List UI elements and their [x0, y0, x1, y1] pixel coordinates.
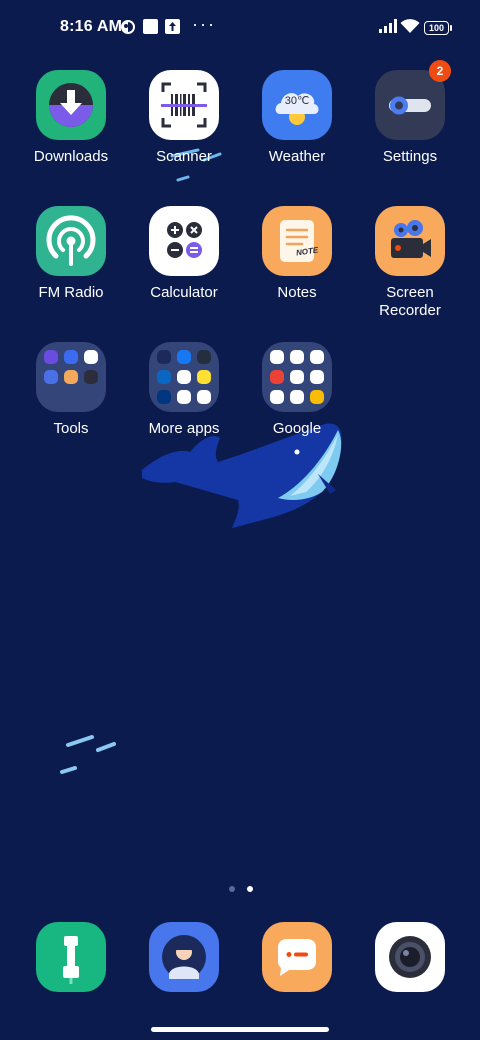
mini-app-icon [84, 370, 98, 384]
app-label: Notes [277, 284, 317, 301]
app-label: Weather [268, 148, 326, 165]
app-downloads[interactable]: Downloads [15, 70, 127, 166]
app-label: Settings [382, 148, 438, 165]
signal-icon [379, 19, 397, 33]
app-label-line: Screen [386, 284, 434, 301]
upload-icon [165, 19, 180, 34]
dock-messages[interactable] [262, 922, 332, 992]
downloads-icon [36, 70, 106, 140]
mini-app-icon [197, 370, 211, 384]
home-gesture-bar[interactable] [151, 1027, 329, 1032]
mini-app-icon [310, 370, 324, 384]
app-label: Scanner [156, 148, 212, 165]
mini-app-icon [177, 390, 191, 404]
app-label: Google [272, 420, 322, 437]
page-dot-2[interactable] [247, 886, 254, 892]
folder-more-apps[interactable]: More apps [128, 342, 240, 438]
weather-cloud-sun-icon: 30℃ [262, 70, 332, 140]
mini-app-icon [157, 350, 171, 364]
mini-app-icon [290, 350, 304, 364]
app-label: Downloads [33, 148, 109, 165]
mini-app-icon [64, 350, 78, 364]
folder-icon [36, 342, 106, 412]
app-notes[interactable]: NOTE Notes [241, 206, 353, 302]
mini-app-icon [44, 350, 58, 364]
dock-contacts[interactable] [149, 922, 219, 992]
barcode-scanner-icon [149, 70, 219, 140]
mini-app-icon [197, 350, 211, 364]
calculator-icon [149, 206, 219, 276]
mini-app-icon [44, 370, 58, 384]
app-scanner[interactable]: Scanner [128, 70, 240, 166]
mini-app-icon [157, 370, 171, 384]
app-label: Calculator [150, 284, 218, 301]
app-label: FM Radio [38, 284, 104, 301]
page-dot-1[interactable] [229, 886, 235, 892]
app-fm-radio[interactable]: FM Radio [15, 206, 127, 302]
status-time: 8:16 AM [60, 18, 123, 35]
mini-app-icon [64, 370, 78, 384]
page-indicator[interactable] [229, 879, 261, 897]
mini-app-icon [310, 390, 324, 404]
mini-app-icon [270, 370, 284, 384]
square-notification-icon [143, 19, 158, 34]
folder-google[interactable]: Google [241, 342, 353, 438]
mini-app-icon [310, 350, 324, 364]
battery-icon: 100 [424, 21, 452, 35]
app-label: Tools [53, 420, 89, 437]
mini-app-icon [270, 350, 284, 364]
dock-phone[interactable] [36, 922, 106, 992]
radio-antenna-icon [36, 206, 106, 276]
video-camera-icon [375, 206, 445, 276]
mini-app-icon [197, 390, 211, 404]
app-calculator[interactable]: Calculator [128, 206, 240, 302]
mini-app-icon [84, 350, 98, 364]
notification-badge: 2 [429, 60, 451, 82]
notification-app-icon [121, 20, 135, 34]
app-screen-recorder[interactable]: Screen Recorder [354, 206, 466, 320]
app-label: Screen Recorder [354, 284, 466, 320]
mini-app-icon [290, 370, 304, 384]
messages-icon [278, 939, 316, 976]
wifi-icon [400, 19, 420, 33]
app-label: More apps [148, 420, 220, 437]
camera-icon [389, 936, 431, 978]
dock-camera[interactable] [375, 922, 445, 992]
app-weather[interactable]: 30℃ Weather [241, 70, 353, 166]
status-bar: 8:16 AM ··· 100 [0, 0, 480, 56]
more-dots-icon: ··· [192, 14, 216, 34]
folder-tools[interactable]: Tools [15, 342, 127, 438]
weather-temp: 30℃ [284, 95, 310, 107]
contacts-icon [162, 935, 206, 979]
folder-icon [262, 342, 332, 412]
folder-icon [149, 342, 219, 412]
app-label-line: Recorder [379, 302, 441, 319]
notes-icon: NOTE [262, 206, 332, 276]
mini-app-icon [177, 370, 191, 384]
mini-app-icon [177, 350, 191, 364]
mini-app-icon [157, 390, 171, 404]
app-settings[interactable]: 2 Settings [354, 60, 466, 166]
mini-app-icon [290, 390, 304, 404]
phone-icon [63, 936, 79, 984]
mini-app-icon [270, 390, 284, 404]
